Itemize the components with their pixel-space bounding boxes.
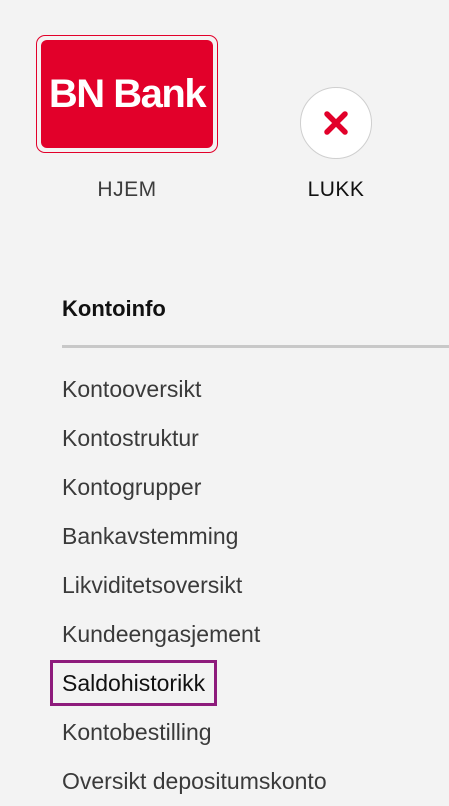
menu-item-saldohistorikk[interactable]: Saldohistorikk	[62, 659, 327, 708]
menu-item-label: Kontogrupper	[62, 474, 202, 500]
section-divider	[62, 345, 449, 348]
close-label[interactable]: LUKK	[290, 178, 382, 202]
bn-bank-logo-home-link[interactable]: BN Bank	[36, 35, 218, 153]
menu-item-label: Bankavstemming	[62, 523, 239, 549]
menu-item-label: Saldohistorikk	[62, 670, 206, 696]
menu-item-kundeengasjement[interactable]: Kundeengasjement	[62, 610, 327, 659]
close-button[interactable]	[300, 87, 372, 159]
menu-item-label: Kontooversikt	[62, 376, 202, 402]
x-icon	[324, 111, 348, 135]
menu-item-bankavstemming[interactable]: Bankavstemming	[62, 512, 327, 561]
menu-item-kontooversikt[interactable]: Kontooversikt	[62, 365, 327, 414]
menu-item-label: Kontostruktur	[62, 425, 199, 451]
menu-item-label: Likviditetsoversikt	[62, 572, 243, 598]
menu-item-kontogrupper[interactable]: Kontogrupper	[62, 463, 327, 512]
logo-badge: BN Bank	[41, 40, 213, 148]
menu-item-label: Kundeengasjement	[62, 621, 261, 647]
menu-item-likviditetsoversikt[interactable]: Likviditetsoversikt	[62, 561, 327, 610]
kontoinfo-menu: Kontooversikt Kontostruktur Kontogrupper…	[62, 365, 327, 806]
logo-text: BN Bank	[48, 71, 207, 116]
section-title: Kontoinfo	[62, 296, 166, 321]
menu-item-oversikt-depositumskonto[interactable]: Oversikt depositumskonto	[62, 757, 327, 806]
menu-item-kontobestilling[interactable]: Kontobestilling	[62, 708, 327, 757]
menu-item-kontostruktur[interactable]: Kontostruktur	[62, 414, 327, 463]
menu-item-label: Kontobestilling	[62, 719, 212, 745]
menu-item-label: Oversikt depositumskonto	[62, 768, 327, 794]
home-label[interactable]: HJEM	[36, 178, 218, 202]
